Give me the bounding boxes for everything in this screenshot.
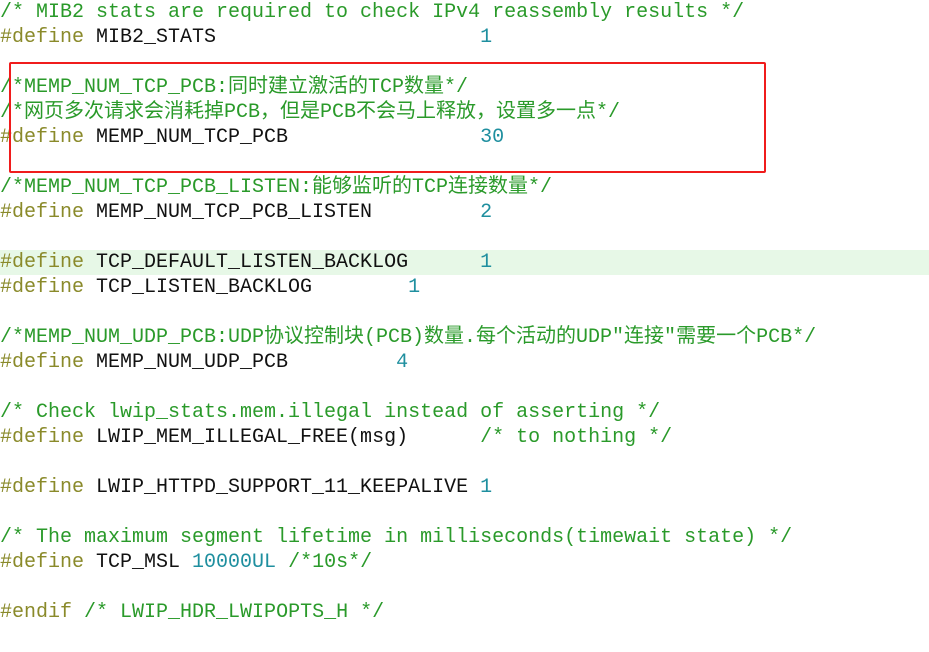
- code-line[interactable]: [0, 450, 929, 475]
- code-comment: /* The maximum segment lifetime in milli…: [0, 526, 793, 549]
- preprocessor-keyword: #define: [0, 251, 85, 274]
- preprocessor-keyword: #endif: [0, 601, 73, 624]
- preprocessor-keyword: #define: [0, 201, 85, 224]
- code-line[interactable]: #define TCP_MSL 10000UL /*10s*/: [0, 550, 929, 575]
- code-identifier: TCP_MSL: [84, 551, 193, 574]
- code-identifier: MEMP_NUM_UDP_PCB: [84, 351, 397, 374]
- code-identifier: MEMP_NUM_TCP_PCB: [84, 126, 481, 149]
- preprocessor-keyword: #define: [0, 476, 85, 499]
- code-line[interactable]: [0, 575, 929, 600]
- code-identifier: TCP_DEFAULT_LISTEN_BACKLOG: [84, 251, 481, 274]
- code-comment: /*MEMP_NUM_TCP_PCB_LISTEN:能够监听的TCP连接数量*/: [0, 176, 553, 199]
- preprocessor-keyword: #define: [0, 276, 85, 299]
- code-line[interactable]: /* The maximum segment lifetime in milli…: [0, 525, 929, 550]
- code-line[interactable]: [0, 300, 929, 325]
- numeric-literal: 2: [480, 201, 493, 224]
- code-line[interactable]: [0, 500, 929, 525]
- code-comment: /* MIB2 stats are required to check IPv4…: [0, 1, 745, 24]
- code-line[interactable]: #define MEMP_NUM_UDP_PCB 4: [0, 350, 929, 375]
- code-line[interactable]: #endif /* LWIP_HDR_LWIPOPTS_H */: [0, 600, 929, 625]
- code-line[interactable]: #define MIB2_STATS 1: [0, 25, 929, 50]
- numeric-literal: 10000UL: [192, 551, 277, 574]
- code-editor[interactable]: /* MIB2 stats are required to check IPv4…: [0, 0, 929, 625]
- numeric-literal: 4: [396, 351, 409, 374]
- code-line[interactable]: /* Check lwip_stats.mem.illegal instead …: [0, 400, 929, 425]
- code-line[interactable]: /* MIB2 stats are required to check IPv4…: [0, 0, 929, 25]
- code-identifier: [72, 601, 84, 624]
- code-line[interactable]: #define MEMP_NUM_TCP_PCB 30: [0, 125, 929, 150]
- code-comment: /*MEMP_NUM_UDP_PCB:UDP协议控制块(PCB)数量.每个活动的…: [0, 326, 817, 349]
- numeric-literal: 1: [480, 26, 493, 49]
- code-line[interactable]: [0, 225, 929, 250]
- numeric-literal: 1: [480, 251, 493, 274]
- code-identifier: LWIP_HTTPD_SUPPORT_11_KEEPALIVE: [84, 476, 481, 499]
- code-line[interactable]: [0, 375, 929, 400]
- preprocessor-keyword: #define: [0, 126, 85, 149]
- code-comment: /* to nothing */: [480, 426, 673, 449]
- code-line[interactable]: #define LWIP_MEM_ILLEGAL_FREE(msg) /* to…: [0, 425, 929, 450]
- numeric-literal: 1: [408, 276, 421, 299]
- numeric-literal: 1: [480, 476, 493, 499]
- code-comment: /*10s*/: [288, 551, 373, 574]
- code-comment: /* LWIP_HDR_LWIPOPTS_H */: [84, 601, 385, 624]
- code-line[interactable]: [0, 150, 929, 175]
- code-line[interactable]: /*MEMP_NUM_TCP_PCB:同时建立激活的TCP数量*/: [0, 75, 929, 100]
- code-line[interactable]: #define LWIP_HTTPD_SUPPORT_11_KEEPALIVE …: [0, 475, 929, 500]
- numeric-literal: 30: [480, 126, 505, 149]
- code-comment: /*网页多次请求会消耗掉PCB，但是PCB不会马上释放，设置多一点*/: [0, 101, 621, 124]
- code-identifier: TCP_LISTEN_BACKLOG: [84, 276, 409, 299]
- code-line[interactable]: #define TCP_LISTEN_BACKLOG 1: [0, 275, 929, 300]
- code-line[interactable]: #define MEMP_NUM_TCP_PCB_LISTEN 2: [0, 200, 929, 225]
- code-line[interactable]: /*MEMP_NUM_UDP_PCB:UDP协议控制块(PCB)数量.每个活动的…: [0, 325, 929, 350]
- preprocessor-keyword: #define: [0, 351, 85, 374]
- preprocessor-keyword: #define: [0, 551, 85, 574]
- code-comment: /* Check lwip_stats.mem.illegal instead …: [0, 401, 661, 424]
- code-line[interactable]: /*MEMP_NUM_TCP_PCB_LISTEN:能够监听的TCP连接数量*/: [0, 175, 929, 200]
- code-identifier: LWIP_MEM_ILLEGAL_FREE(msg): [84, 426, 481, 449]
- code-line[interactable]: [0, 50, 929, 75]
- code-identifier: MIB2_STATS: [84, 26, 481, 49]
- code-identifier: MEMP_NUM_TCP_PCB_LISTEN: [84, 201, 481, 224]
- code-comment: /*MEMP_NUM_TCP_PCB:同时建立激活的TCP数量*/: [0, 76, 469, 99]
- preprocessor-keyword: #define: [0, 26, 85, 49]
- preprocessor-keyword: #define: [0, 426, 85, 449]
- code-identifier: [276, 551, 288, 574]
- code-line[interactable]: /*网页多次请求会消耗掉PCB，但是PCB不会马上释放，设置多一点*/: [0, 100, 929, 125]
- code-line-current[interactable]: #define TCP_DEFAULT_LISTEN_BACKLOG 1: [0, 250, 929, 275]
